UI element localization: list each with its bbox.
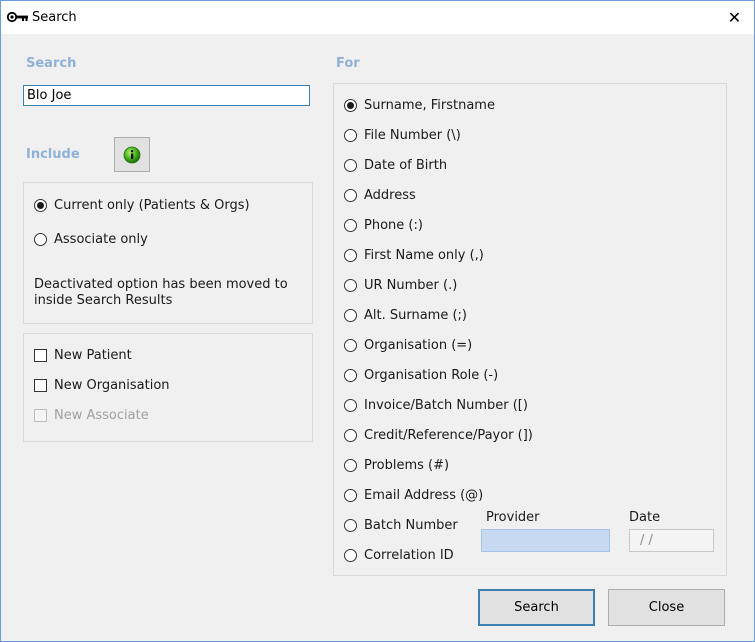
for-label: For	[336, 56, 360, 71]
deactivated-note: Deactivated option has been moved to ins…	[34, 277, 288, 308]
for-option-email-address[interactable]: Email Address (@)	[344, 488, 483, 503]
provider-label: Provider	[486, 510, 540, 525]
for-option-ur-number[interactable]: UR Number (.)	[344, 278, 457, 293]
include-option-associate[interactable]: Associate only	[34, 232, 148, 247]
checkbox-label: New Patient	[54, 348, 132, 363]
window-title: Search	[32, 10, 77, 25]
for-option-problems[interactable]: Problems (#)	[344, 458, 449, 473]
for-option-file-number[interactable]: File Number (\)	[344, 128, 461, 143]
checkbox[interactable]	[34, 379, 47, 392]
new-organisation-checkbox[interactable]: New Organisation	[34, 378, 170, 393]
option-label: Organisation (=)	[364, 338, 473, 353]
radio-button[interactable]	[344, 489, 357, 502]
include-option-current[interactable]: Current only (Patients & Orgs)	[34, 198, 250, 213]
radio-button[interactable]	[344, 339, 357, 352]
option-label: Associate only	[54, 232, 148, 247]
for-option-address[interactable]: Address	[344, 188, 416, 203]
option-label: Phone (:)	[364, 218, 423, 233]
radio-button[interactable]	[344, 219, 357, 232]
new-patient-checkbox[interactable]: New Patient	[34, 348, 132, 363]
option-label: Credit/Reference/Payor (])	[364, 428, 533, 443]
option-label: Invoice/Batch Number ([)	[364, 398, 528, 413]
checkbox-label: New Associate	[54, 408, 149, 423]
for-option-date-of-birth[interactable]: Date of Birth	[344, 158, 447, 173]
for-option-correlation-id[interactable]: Correlation ID	[344, 548, 454, 563]
radio-button[interactable]	[344, 129, 357, 142]
for-option-credit-reference-payor[interactable]: Credit/Reference/Payor (])	[344, 428, 533, 443]
option-label: Address	[364, 188, 416, 203]
option-label: Email Address (@)	[364, 488, 484, 503]
search-button[interactable]: Search	[478, 589, 595, 626]
radio-button[interactable]	[344, 249, 357, 262]
option-label: Correlation ID	[364, 548, 454, 563]
new-associate-checkbox: New Associate	[34, 408, 149, 423]
date-field[interactable]: / /	[629, 529, 714, 552]
radio-button[interactable]	[344, 369, 357, 382]
for-option-alt-surname[interactable]: Alt. Surname (;)	[344, 308, 467, 323]
radio-button[interactable]	[34, 233, 47, 246]
for-option-organisation[interactable]: Organisation (=)	[344, 338, 472, 353]
close-icon: ✕	[727, 8, 742, 27]
radio-button[interactable]	[344, 159, 357, 172]
for-option-organisation-role[interactable]: Organisation Role (-)	[344, 368, 498, 383]
radio-button[interactable]	[344, 459, 357, 472]
search-label: Search	[26, 56, 77, 71]
option-label: Problems (#)	[364, 458, 450, 473]
radio-button[interactable]	[34, 199, 47, 212]
info-icon	[123, 146, 141, 163]
option-label: Current only (Patients & Orgs)	[54, 198, 250, 213]
for-option-surname-firstname[interactable]: Surname, Firstname	[344, 98, 495, 113]
option-label: Alt. Surname (;)	[364, 308, 467, 323]
for-option-phone[interactable]: Phone (:)	[344, 218, 423, 233]
radio-button[interactable]	[344, 399, 357, 412]
key-icon	[6, 10, 29, 24]
title-bar: Search ✕	[1, 1, 754, 34]
option-label: File Number (\)	[364, 128, 461, 143]
date-label: Date	[629, 510, 661, 525]
for-option-invoice-batch-number[interactable]: Invoice/Batch Number ([)	[344, 398, 528, 413]
option-label: Organisation Role (-)	[364, 368, 499, 383]
radio-button[interactable]	[344, 279, 357, 292]
checkbox	[34, 409, 47, 422]
radio-button[interactable]	[344, 519, 357, 532]
for-group: Surname, Firstname File Number (\) Date …	[333, 83, 727, 576]
option-label: UR Number (.)	[364, 278, 458, 293]
search-input[interactable]	[23, 85, 310, 106]
for-option-batch-number[interactable]: Batch Number	[344, 518, 458, 533]
radio-button[interactable]	[344, 99, 357, 112]
radio-button[interactable]	[344, 549, 357, 562]
option-label: Surname, Firstname	[364, 98, 495, 113]
radio-button[interactable]	[344, 189, 357, 202]
radio-button[interactable]	[344, 309, 357, 322]
for-option-first-name-only[interactable]: First Name only (,)	[344, 248, 484, 263]
search-dialog: Search ✕ Search Include Current only (Pa…	[0, 0, 755, 642]
close-button[interactable]: Close	[608, 589, 725, 626]
info-button[interactable]	[114, 137, 150, 172]
include-label: Include	[26, 147, 80, 162]
option-label: Batch Number	[364, 518, 458, 533]
close-window-button[interactable]: ✕	[715, 1, 754, 34]
radio-button[interactable]	[344, 429, 357, 442]
option-label: First Name only (,)	[364, 248, 484, 263]
checkbox[interactable]	[34, 349, 47, 362]
checkbox-label: New Organisation	[54, 378, 170, 393]
option-label: Date of Birth	[364, 158, 448, 173]
new-items-group: New Patient New Organisation New Associa…	[23, 333, 313, 442]
provider-field[interactable]	[481, 529, 610, 552]
